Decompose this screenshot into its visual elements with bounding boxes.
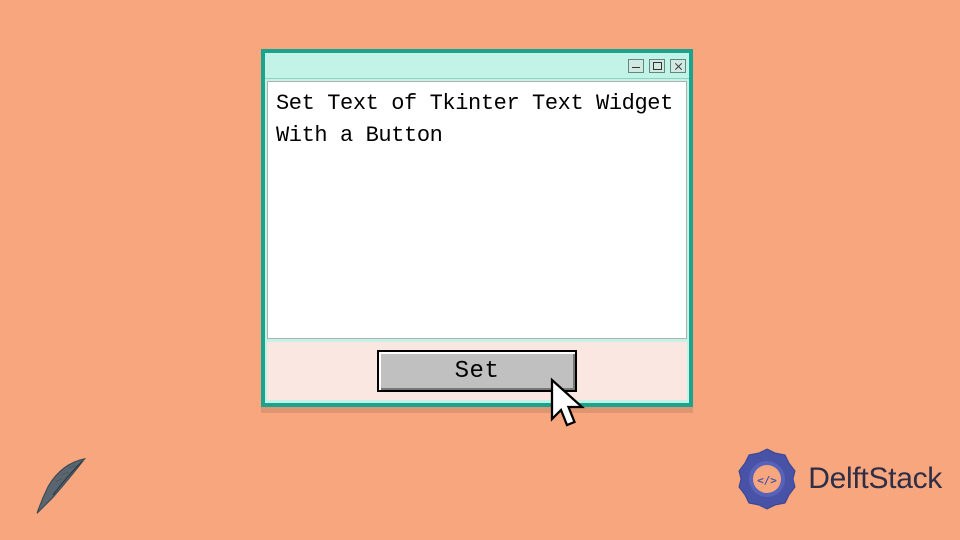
logo-text: DelftStack: [808, 462, 942, 496]
application-window: Set Text of Tkinter Text Widget With a B…: [261, 49, 693, 407]
cursor-icon: [545, 377, 595, 437]
maximize-button[interactable]: [649, 59, 665, 73]
close-button[interactable]: [670, 59, 686, 73]
titlebar: [265, 53, 689, 79]
minimize-button[interactable]: [628, 59, 644, 73]
text-widget[interactable]: Set Text of Tkinter Text Widget With a B…: [267, 81, 687, 339]
svg-text:</>: </>: [757, 474, 777, 487]
logo-mark-icon: </>: [732, 444, 802, 514]
button-row: Set: [267, 342, 687, 400]
brand-logo: </> DelftStack: [732, 444, 942, 514]
feather-icon: [28, 452, 96, 520]
